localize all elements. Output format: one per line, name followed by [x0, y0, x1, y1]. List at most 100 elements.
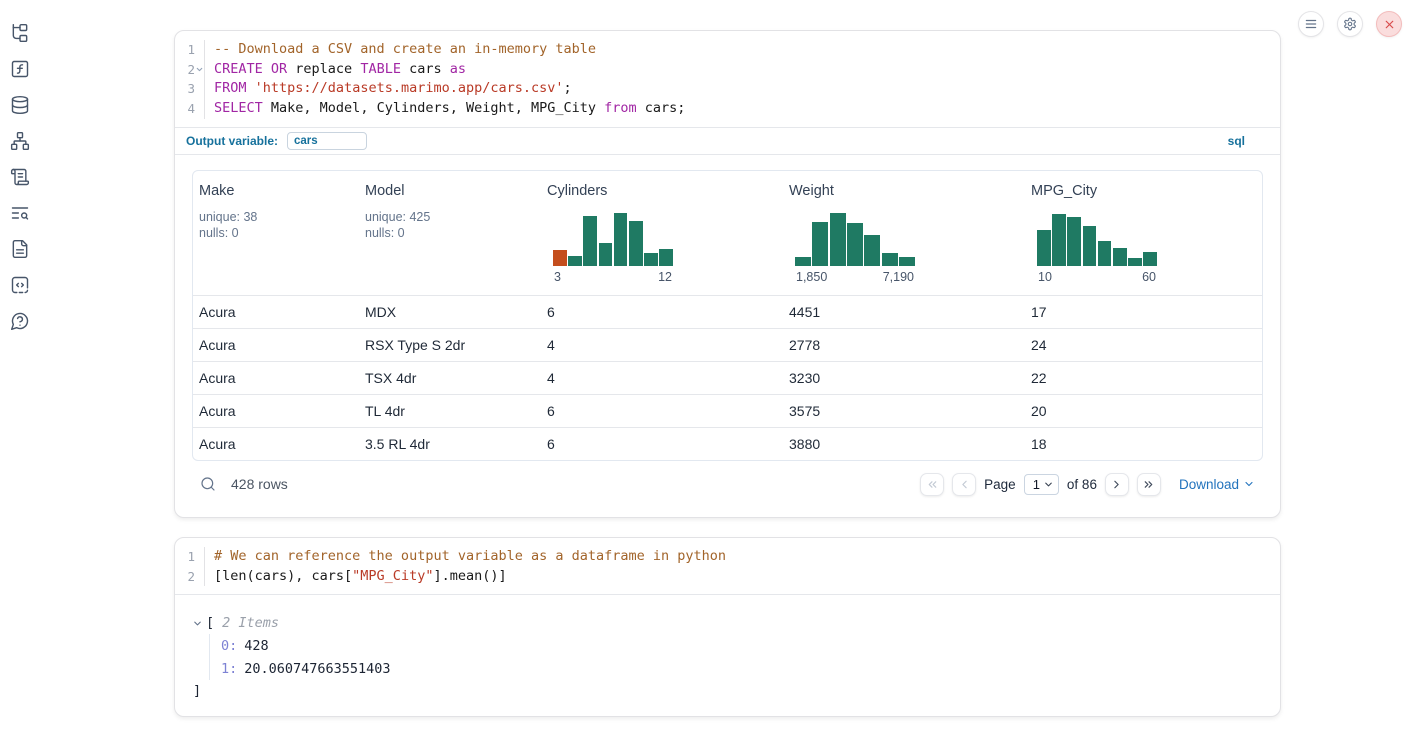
line-number: 2: [175, 60, 205, 80]
code-line[interactable]: -- Download a CSV and create an in-memor…: [205, 40, 596, 60]
chevron-down-icon: [1243, 478, 1255, 490]
table-row[interactable]: AcuraTL 4dr6357520: [193, 394, 1262, 427]
output-variable-input[interactable]: [287, 132, 367, 150]
table-cell: MDX: [359, 296, 541, 328]
code-line[interactable]: SELECT Make, Model, Cylinders, Weight, M…: [205, 99, 685, 119]
page-select[interactable]: 1: [1024, 474, 1059, 495]
table-cell: Acura: [193, 428, 359, 460]
output-variable-label: Output variable:: [186, 134, 278, 148]
sql-cell: 1-- Download a CSV and create an in-memo…: [174, 30, 1281, 518]
table-cell: 17: [1025, 296, 1263, 328]
prev-page-button[interactable]: [952, 473, 976, 496]
left-sidebar: [0, 0, 40, 729]
table-footer: 428 rows Page 1 of 86: [192, 468, 1263, 501]
line-number: 3: [175, 79, 205, 99]
datasources-icon[interactable]: [10, 95, 30, 115]
column-header-weight[interactable]: Weight 1,850 7,190: [783, 171, 1025, 295]
menu-button[interactable]: [1298, 11, 1324, 37]
functions-icon[interactable]: [10, 59, 30, 79]
file-tree-icon[interactable]: [10, 23, 30, 43]
histogram-bar: [659, 249, 673, 266]
page-total-label: of 86: [1067, 477, 1097, 492]
column-stats: unique: 425 nulls: 0: [365, 209, 535, 241]
data-table: Make unique: 38 nulls: 0 Model unique: 4…: [192, 170, 1263, 461]
table-body: AcuraMDX6445117AcuraRSX Type S 2dr427782…: [193, 295, 1262, 460]
table-cell: 4: [541, 329, 783, 361]
histogram-bar: [899, 257, 915, 266]
first-page-button[interactable]: [920, 473, 944, 496]
code-line[interactable]: CREATE OR replace TABLE cars as: [205, 60, 466, 80]
chevron-down-icon: [1043, 479, 1054, 490]
download-button[interactable]: Download: [1179, 477, 1255, 492]
fold-chevron-icon[interactable]: [195, 65, 204, 74]
column-header-mpg-city[interactable]: MPG_City 10 60: [1025, 171, 1263, 295]
histogram-bar: [812, 222, 828, 265]
histogram-bar: [1037, 230, 1051, 266]
search-icon[interactable]: [200, 476, 216, 492]
table-cell: 4451: [783, 296, 1025, 328]
settings-button[interactable]: [1337, 11, 1363, 37]
last-page-button[interactable]: [1137, 473, 1161, 496]
python-code-editor[interactable]: 1# We can reference the output variable …: [175, 538, 1280, 594]
table-cell: 22: [1025, 362, 1263, 394]
histogram-cylinders: 3 12: [553, 211, 673, 284]
histogram-bar: [1067, 217, 1081, 266]
table-row[interactable]: Acura3.5 RL 4dr6388018: [193, 427, 1262, 460]
pagination: Page 1 of 86 Download: [920, 473, 1263, 496]
documentation-icon[interactable]: [10, 239, 30, 259]
line-number: 1: [175, 40, 205, 60]
table-row[interactable]: AcuraRSX Type S 2dr4277824: [193, 328, 1262, 361]
python-cell: 1# We can reference the output variable …: [174, 537, 1281, 717]
collapse-chevron-icon[interactable]: [192, 618, 203, 629]
table-row[interactable]: AcuraTSX 4dr4323022: [193, 361, 1262, 394]
help-icon[interactable]: [10, 311, 30, 331]
histogram-bar: [795, 257, 811, 266]
table-cell: 3880: [783, 428, 1025, 460]
table-cell: TSX 4dr: [359, 362, 541, 394]
histogram-bar: [1083, 226, 1097, 266]
table-cell: Acura: [193, 395, 359, 427]
code-line[interactable]: FROM 'https://datasets.marimo.app/cars.c…: [205, 79, 572, 99]
sql-output: Make unique: 38 nulls: 0 Model unique: 4…: [175, 154, 1280, 517]
table-cell: 3.5 RL 4dr: [359, 428, 541, 460]
shutdown-button[interactable]: [1376, 11, 1402, 37]
scratchpad-icon[interactable]: [10, 167, 30, 187]
histogram-bar: [568, 256, 582, 265]
table-cell: Acura: [193, 329, 359, 361]
dependency-graph-icon[interactable]: [10, 131, 30, 151]
histogram-mpg-city: 10 60: [1037, 211, 1157, 284]
table-cell: 18: [1025, 428, 1263, 460]
output-variable-row: Output variable: sql: [175, 127, 1280, 154]
table-cell: 2778: [783, 329, 1025, 361]
histogram-bar: [1143, 252, 1157, 266]
table-header: Make unique: 38 nulls: 0 Model unique: 4…: [193, 171, 1262, 295]
row-count: 428 rows: [231, 476, 288, 492]
column-header-cylinders[interactable]: Cylinders 3 12: [541, 171, 783, 295]
logs-icon[interactable]: [10, 203, 30, 223]
histogram-bar: [614, 213, 628, 266]
next-page-button[interactable]: [1105, 473, 1129, 496]
python-output: [ 2 Items 0:4281:20.060747663551403 ]: [175, 594, 1280, 716]
notebook-actions: [1298, 11, 1402, 37]
snippets-icon[interactable]: [10, 275, 30, 295]
line-number: 4: [175, 99, 205, 119]
list-item: 1:20.060747663551403: [221, 657, 1263, 680]
column-header-make[interactable]: Make unique: 38 nulls: 0: [193, 171, 359, 295]
histogram-bar: [599, 243, 613, 266]
table-cell: 6: [541, 296, 783, 328]
page-label: Page: [984, 477, 1016, 492]
code-line[interactable]: [len(cars), cars["MPG_City"].mean()]: [205, 567, 507, 587]
table-cell: 24: [1025, 329, 1263, 361]
table-row[interactable]: AcuraMDX6445117: [193, 295, 1262, 328]
histogram-weight: 1,850 7,190: [795, 211, 915, 284]
histogram-bar: [1098, 241, 1112, 266]
table-cell: TL 4dr: [359, 395, 541, 427]
table-cell: RSX Type S 2dr: [359, 329, 541, 361]
code-line[interactable]: # We can reference the output variable a…: [205, 547, 726, 567]
sql-code-editor[interactable]: 1-- Download a CSV and create an in-memo…: [175, 31, 1280, 127]
histogram-bar: [1052, 214, 1066, 266]
table-cell: 6: [541, 395, 783, 427]
column-header-model[interactable]: Model unique: 425 nulls: 0: [359, 171, 541, 295]
histogram-bar: [629, 221, 643, 266]
line-number: 1: [175, 547, 205, 567]
